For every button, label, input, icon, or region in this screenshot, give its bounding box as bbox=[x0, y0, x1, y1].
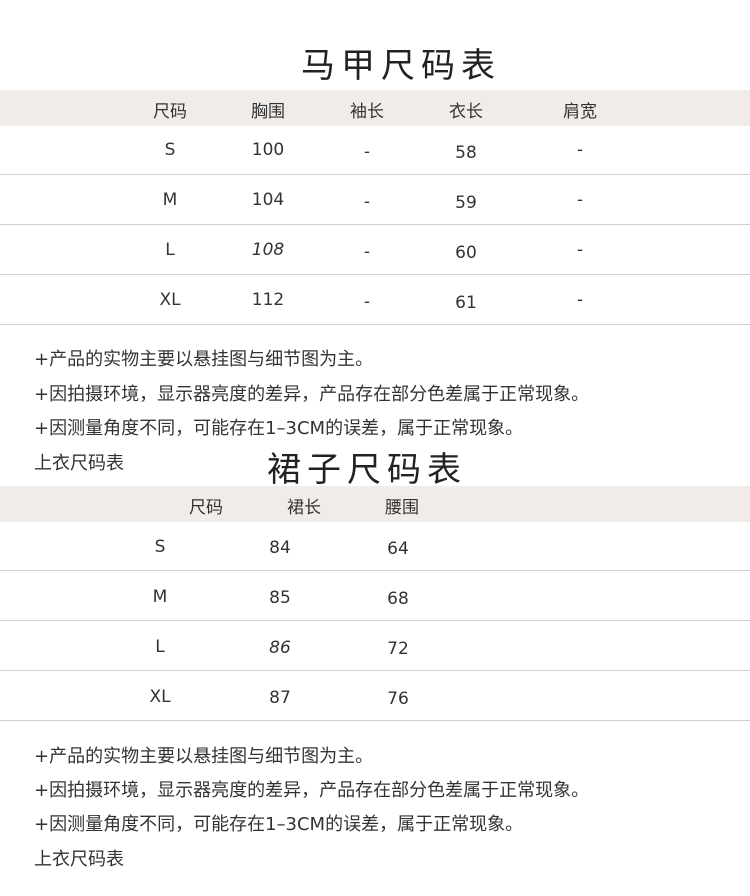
vest-header-chest: 胸围 bbox=[251, 102, 285, 122]
vest-cell: 104 bbox=[251, 190, 285, 210]
skirt-cell: 87 bbox=[269, 688, 291, 708]
vest-cell: 108 bbox=[251, 240, 285, 260]
vest-cell: 58 bbox=[455, 143, 477, 163]
vest-cell: - bbox=[363, 242, 371, 262]
skirt-cell: 86 bbox=[269, 638, 291, 658]
vest-cell: - bbox=[363, 192, 371, 212]
note-text: +因测量角度不同，可能存在1–3CM的误差，属于正常现象。 bbox=[34, 418, 524, 439]
vest-header-sleeve: 袖长 bbox=[350, 102, 384, 122]
vest-header-shoulder: 肩宽 bbox=[563, 102, 597, 122]
row-divider bbox=[0, 620, 750, 621]
vest-cell: L bbox=[165, 240, 175, 260]
vest-cell: 100 bbox=[251, 140, 285, 160]
vest-cell: M bbox=[162, 190, 178, 210]
vest-cell: - bbox=[576, 190, 584, 210]
note-text: +产品的实物主要以悬挂图与细节图为主。 bbox=[34, 746, 374, 767]
skirt-cell: 64 bbox=[387, 539, 409, 559]
skirt-cell: M bbox=[152, 587, 168, 607]
skirt-table-header bbox=[0, 486, 750, 522]
row-divider bbox=[0, 324, 750, 325]
skirt-cell: L bbox=[155, 637, 165, 657]
note-text: +产品的实物主要以悬挂图与细节图为主。 bbox=[34, 349, 374, 370]
vest-cell: - bbox=[363, 142, 371, 162]
row-divider bbox=[0, 174, 750, 175]
skirt-cell: 84 bbox=[269, 538, 291, 558]
vest-header-length: 衣长 bbox=[449, 102, 483, 122]
vest-cell: 61 bbox=[455, 293, 477, 313]
skirt-cell: 72 bbox=[387, 639, 409, 659]
skirt-cell: XL bbox=[149, 687, 171, 707]
vest-header-size: 尺码 bbox=[153, 102, 187, 122]
vest-cell: 60 bbox=[455, 243, 477, 263]
row-divider bbox=[0, 274, 750, 275]
vest-cell: - bbox=[363, 292, 371, 312]
skirt-cell: 76 bbox=[387, 689, 409, 709]
vest-cell: S bbox=[164, 140, 176, 160]
vest-cell: 59 bbox=[455, 193, 477, 213]
section-label: 上衣尺码表 bbox=[34, 849, 124, 870]
vest-cell: 112 bbox=[251, 290, 285, 310]
skirt-header-length: 裙长 bbox=[287, 498, 321, 518]
row-divider bbox=[0, 224, 750, 225]
note-text: +因拍摄环境，显示器亮度的差异，产品存在部分色差属于正常现象。 bbox=[34, 384, 590, 405]
skirt-cell: 85 bbox=[269, 588, 291, 608]
vest-cell: - bbox=[576, 240, 584, 260]
row-divider bbox=[0, 720, 750, 721]
row-divider bbox=[0, 670, 750, 671]
skirt-cell: 68 bbox=[387, 589, 409, 609]
vest-cell: - bbox=[576, 140, 584, 160]
skirt-header-waist: 腰围 bbox=[385, 498, 419, 518]
vest-table-title: 马甲尺码表 bbox=[301, 46, 501, 86]
skirt-header-size: 尺码 bbox=[189, 498, 223, 518]
note-text: +因拍摄环境，显示器亮度的差异，产品存在部分色差属于正常现象。 bbox=[34, 780, 590, 801]
note-text: +因测量角度不同，可能存在1–3CM的误差，属于正常现象。 bbox=[34, 814, 524, 835]
row-divider bbox=[0, 570, 750, 571]
skirt-table-title: 裙子尺码表 bbox=[267, 450, 467, 490]
vest-cell: - bbox=[576, 290, 584, 310]
vest-cell: XL bbox=[159, 290, 181, 310]
skirt-cell: S bbox=[154, 537, 166, 557]
